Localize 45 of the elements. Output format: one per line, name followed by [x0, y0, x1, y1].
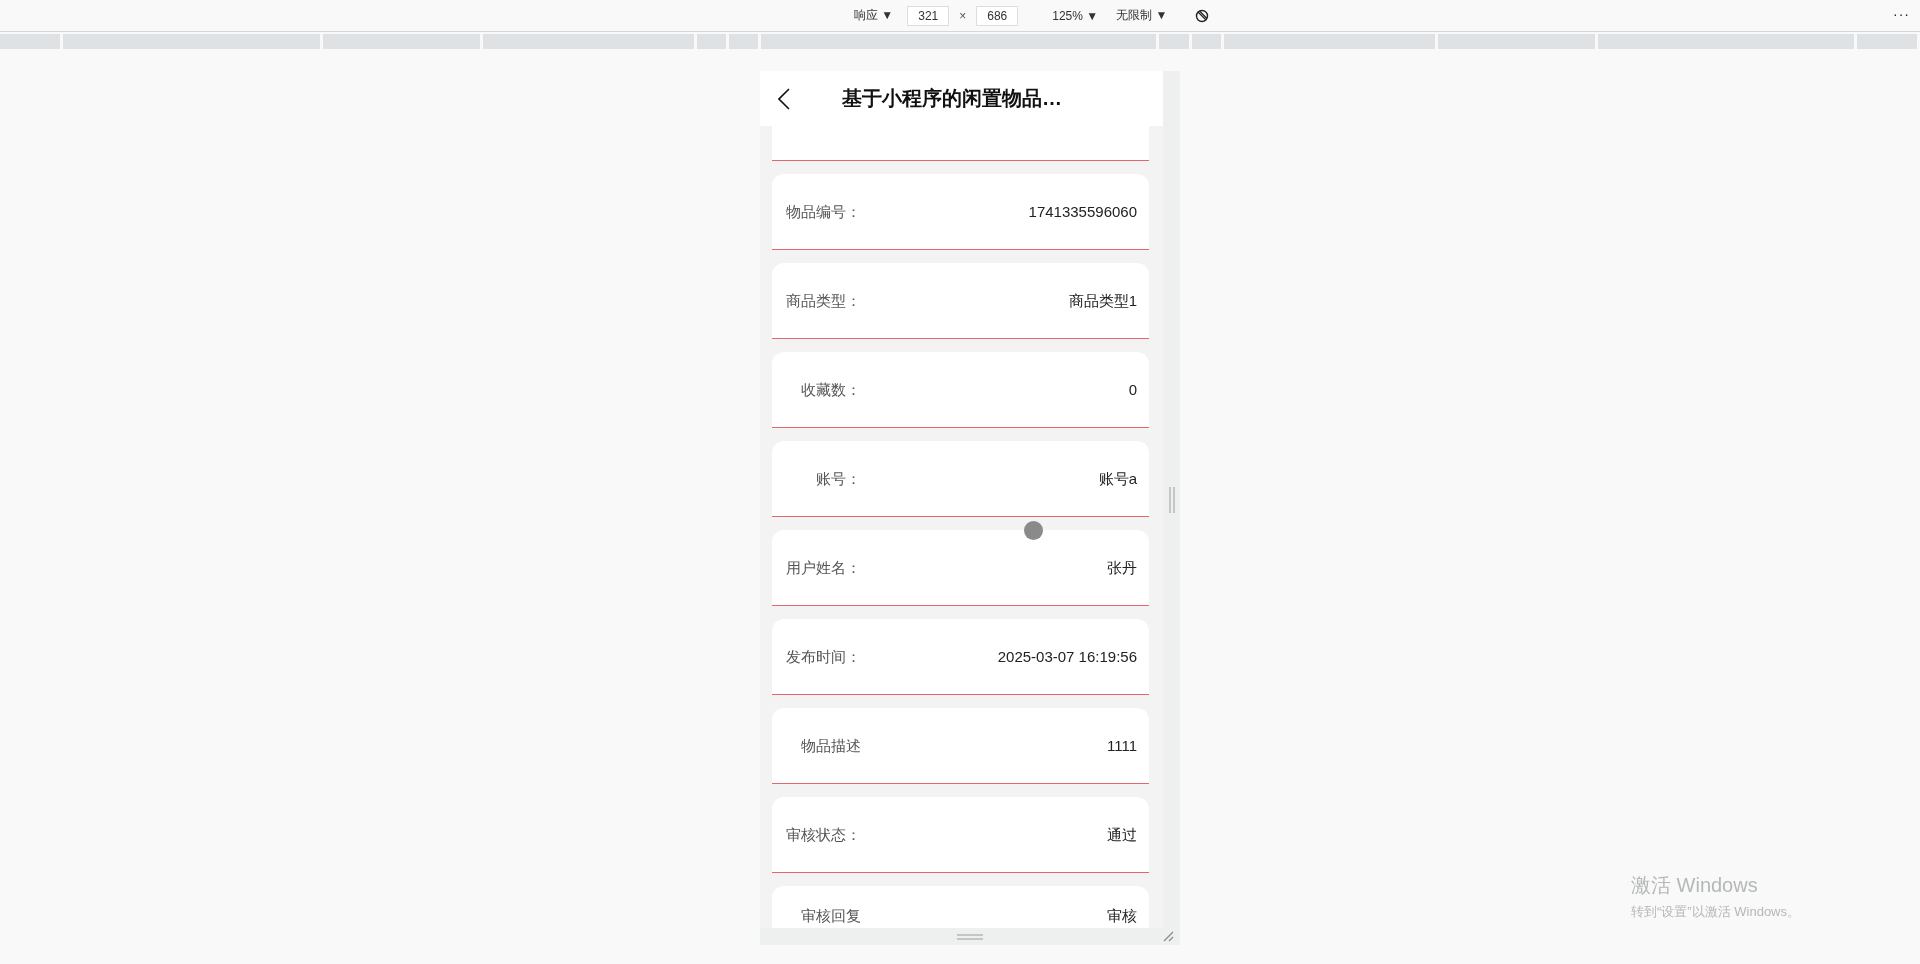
field-label: 审核状态：: [786, 826, 861, 843]
field-label: 审核回复: [800, 907, 861, 924]
field-label: 用户姓名：: [786, 559, 861, 576]
media-query-bar[interactable]: [323, 34, 480, 49]
resize-handle-icon[interactable]: [1168, 486, 1175, 513]
width-field[interactable]: 321: [907, 5, 950, 26]
media-query-bar[interactable]: [1438, 34, 1595, 49]
field-value: 0: [1128, 381, 1137, 398]
media-query-bar[interactable]: [729, 34, 758, 49]
activation-hint: 转到“设置”以激活 Windows。: [1631, 903, 1800, 921]
field-value: 张丹: [1107, 559, 1137, 576]
media-query-bar[interactable]: [697, 34, 726, 49]
field-label: 发布时间：: [786, 648, 861, 665]
field-label: 物品描述: [800, 737, 861, 754]
media-query-bar[interactable]: [1857, 34, 1917, 49]
more-button[interactable]: ···: [1893, 6, 1910, 22]
page-title: 基于小程序的闲置物品…: [842, 86, 1062, 111]
field-label: 收藏数：: [800, 381, 861, 398]
field-value: 通过: [1107, 826, 1137, 843]
media-query-bar[interactable]: [0, 34, 60, 49]
field-value: 1741335596060: [1028, 203, 1137, 220]
activation-title: 激活 Windows: [1631, 873, 1759, 898]
media-query-bar[interactable]: [1192, 34, 1221, 49]
resize-grip-icon[interactable]: [1163, 931, 1174, 942]
field-value: 商品类型1: [1068, 292, 1137, 309]
field-label: 物品编号：: [786, 203, 861, 220]
height-field[interactable]: 686: [976, 5, 1019, 26]
field-label: 商品类型：: [786, 292, 861, 309]
field-value: 2025-03-07 16:19:56: [997, 648, 1137, 665]
media-query-bar[interactable]: [63, 34, 320, 49]
field-value: 1111: [1106, 737, 1137, 754]
media-query-bar[interactable]: [1598, 34, 1854, 49]
media-query-bar[interactable]: [483, 34, 694, 49]
resize-handle-icon[interactable]: [957, 933, 983, 940]
times-sign: ×: [959, 8, 967, 23]
media-query-bar[interactable]: [1159, 34, 1189, 49]
rotate-icon[interactable]: [1195, 8, 1210, 23]
field-value: 审核: [1107, 907, 1137, 924]
media-query-bar[interactable]: [761, 34, 1156, 49]
field-label: 账号：: [815, 470, 861, 487]
device-mode-dropdown[interactable]: 响应 ▼: [850, 7, 898, 24]
throttle-dropdown[interactable]: 无限制 ▼: [1112, 7, 1172, 24]
zoom-dropdown[interactable]: 125% ▼: [1048, 8, 1103, 23]
media-query-bar[interactable]: [1224, 34, 1435, 49]
field-value: 账号a: [1098, 470, 1137, 487]
